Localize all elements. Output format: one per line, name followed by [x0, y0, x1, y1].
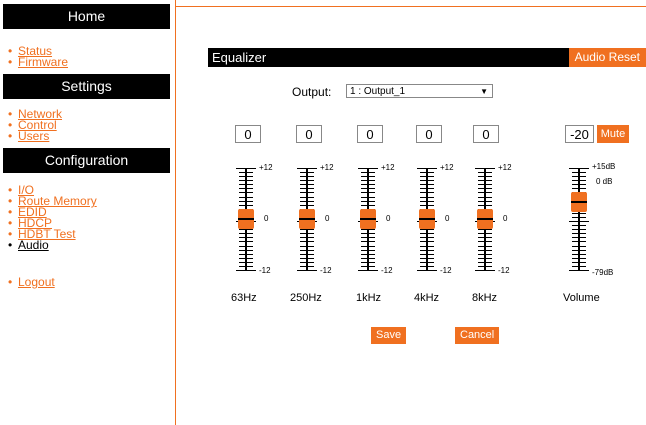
band-8khz-slider[interactable]: +12 0 -12	[472, 163, 532, 276]
home-list: Status Firmware	[0, 45, 175, 69]
sidebar-item-audio[interactable]: Audio	[8, 238, 175, 252]
mute-button[interactable]: Mute	[597, 125, 629, 143]
configuration-list: I/O Route Memory EDID HDCP HDBT Test Aud…	[0, 184, 175, 252]
configuration-header: Configuration	[3, 148, 170, 173]
volume-slider-track	[578, 168, 580, 270]
band-4khz-scale-label: +12	[440, 163, 454, 172]
band-250hz-value[interactable]: 0	[296, 125, 322, 143]
band-63hz-scale-label: +12	[259, 163, 273, 172]
tick-mark	[297, 270, 317, 271]
audio-link[interactable]: Audio	[18, 238, 49, 252]
band-63hz-slider-thumb[interactable]	[238, 209, 254, 229]
output-select[interactable]: 1 : Output_1 ▼	[346, 84, 493, 98]
tick-mark	[417, 270, 437, 271]
volume-scale-label: +15dB	[592, 162, 616, 171]
band-8khz-scale-label: -12	[498, 266, 510, 275]
output-label: Output:	[292, 85, 332, 99]
settings-list: Network Control Users	[0, 108, 175, 143]
band-63hz-scale-label: -12	[259, 266, 271, 275]
tick-mark	[236, 270, 256, 271]
cancel-button[interactable]: Cancel	[455, 327, 500, 344]
band-1khz-slider-thumb[interactable]	[360, 209, 376, 229]
band-1khz-scale-label: 0	[386, 214, 391, 223]
band-250hz-slider-thumb[interactable]	[299, 209, 315, 229]
band-63hz-value[interactable]: 0	[235, 125, 261, 143]
band-63hz-slider[interactable]: +12 0 -12	[233, 163, 293, 276]
band-8khz-scale-label: 0	[503, 214, 508, 223]
band-63hz-scale-label: 0	[264, 214, 269, 223]
tick-mark	[569, 270, 589, 271]
sidebar-item-users[interactable]: Users	[8, 129, 175, 143]
equalizer-header: Equalizer Audio Reset	[208, 48, 646, 67]
tick-mark	[358, 270, 378, 271]
band-4khz-value[interactable]: 0	[416, 125, 442, 143]
band-1khz-value[interactable]: 0	[357, 125, 383, 143]
logout-link[interactable]: Logout	[18, 275, 55, 289]
band-label-4khz: 4kHz	[414, 292, 440, 304]
band-250hz-scale-label: +12	[320, 163, 334, 172]
tick-mark	[475, 270, 495, 271]
sidebar-item-logout[interactable]: Logout	[8, 275, 175, 289]
volume-slider-thumb[interactable]	[571, 192, 587, 212]
sidebar: Home Status Firmware Settings Network Co…	[0, 0, 176, 425]
chevron-down-icon: ▼	[480, 87, 488, 96]
band-8khz-scale-label: +12	[498, 163, 512, 172]
output-select-value: 1 : Output_1	[350, 86, 406, 97]
volume-scale-label: 0 dB	[596, 177, 613, 186]
band-4khz-scale-label: -12	[440, 266, 452, 275]
volume-label: Volume	[563, 292, 600, 304]
band-4khz-slider[interactable]: +12 0 -12	[414, 163, 474, 276]
band-8khz-slider-thumb[interactable]	[477, 209, 493, 229]
band-label-1khz: 1kHz	[356, 292, 382, 304]
volume-value[interactable]: -20	[565, 125, 594, 143]
band-4khz-scale-label: 0	[445, 214, 450, 223]
sidebar-item-firmware[interactable]: Firmware	[8, 55, 175, 69]
save-button[interactable]: Save	[371, 327, 407, 344]
volume-slider[interactable]: +15dB 0 dB -79dB	[566, 162, 626, 277]
logout-list: Logout	[0, 275, 175, 289]
band-250hz-slider[interactable]: +12 0 -12	[294, 163, 354, 276]
band-250hz-scale-label: -12	[320, 266, 332, 275]
home-header: Home	[3, 4, 170, 29]
settings-header: Settings	[3, 74, 170, 99]
audio-reset-button[interactable]: Audio Reset	[568, 48, 646, 67]
users-link[interactable]: Users	[18, 129, 49, 143]
band-1khz-scale-label: +12	[381, 163, 395, 172]
band-label-8khz: 8kHz	[472, 292, 498, 304]
firmware-link[interactable]: Firmware	[18, 55, 68, 69]
volume-scale-label: -79dB	[592, 268, 614, 277]
band-250hz-scale-label: 0	[325, 214, 330, 223]
band-label-250hz: 250Hz	[290, 292, 322, 304]
band-label-63hz: 63Hz	[231, 292, 257, 304]
equalizer-title: Equalizer	[212, 50, 267, 65]
band-4khz-slider-thumb[interactable]	[419, 209, 435, 229]
band-1khz-slider[interactable]: +12 0 -12	[355, 163, 415, 276]
band-8khz-value[interactable]: 0	[473, 125, 499, 143]
band-1khz-scale-label: -12	[381, 266, 393, 275]
top-divider	[176, 6, 646, 7]
